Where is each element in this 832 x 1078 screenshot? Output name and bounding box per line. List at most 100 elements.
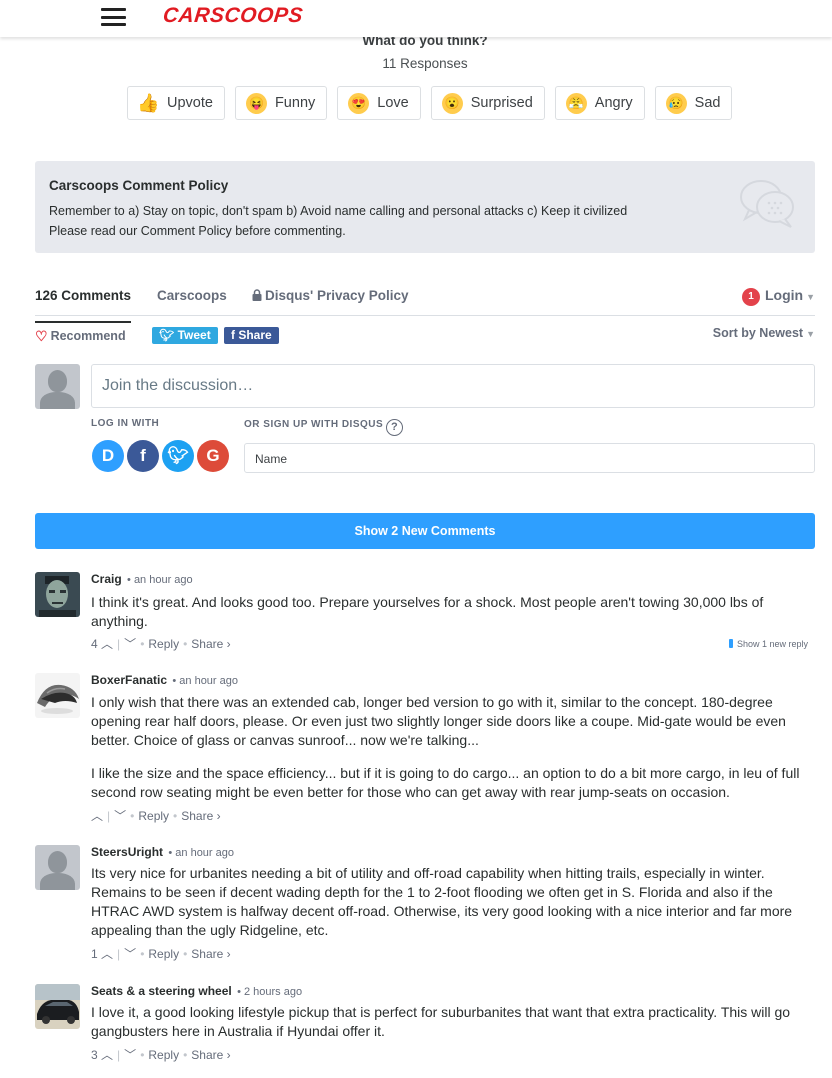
upvote-icon[interactable]: ︿ xyxy=(101,637,113,651)
reply-link[interactable]: Reply xyxy=(148,947,179,961)
comment-time[interactable]: • 2 hours ago xyxy=(237,986,302,998)
disqus-login-icon[interactable]: D xyxy=(92,440,124,472)
sort-dropdown[interactable]: Sort by Newest ▼ xyxy=(713,326,815,340)
reaction-angry-button[interactable]: 😤 Angry xyxy=(554,86,645,120)
reaction-label: Surprised xyxy=(470,95,533,111)
comment-meta: Craig • an hour ago xyxy=(91,572,193,586)
reply-link[interactable]: Reply xyxy=(148,637,179,651)
policy-title: Carscoops Comment Policy xyxy=(49,178,229,193)
reaction-sad-button[interactable]: 😥 Sad xyxy=(654,86,733,120)
comment-body: Its very nice for urbanites needing a bi… xyxy=(91,864,815,954)
reaction-label: Funny xyxy=(274,95,316,111)
comment-text: I only wish that there was an extended c… xyxy=(91,694,786,748)
avatar xyxy=(35,364,80,409)
chevron-down-icon: ▼ xyxy=(806,292,815,302)
downvote-icon[interactable]: ﹀ xyxy=(124,637,136,651)
reactions-bar: 👍 Upvote 😝 Funny 😍 Love 😮 Surprised 😤 An… xyxy=(127,86,733,120)
surprised-face-icon: 😮 xyxy=(441,92,463,114)
name-field[interactable]: Name xyxy=(244,443,815,473)
thumbs-up-icon: 👍 xyxy=(137,92,160,113)
comment-author[interactable]: BoxerFanatic xyxy=(91,673,167,687)
vote-count: 4 xyxy=(91,637,98,651)
reaction-label: Angry xyxy=(594,95,633,111)
heart-icon: ♡ xyxy=(35,328,48,344)
comment-author[interactable]: Seats & a steering wheel xyxy=(91,984,232,998)
downvote-icon[interactable]: ﹀ xyxy=(114,809,126,823)
downvote-icon[interactable]: ﹀ xyxy=(124,1048,136,1062)
recommend-button[interactable]: ♡ Recommend xyxy=(35,328,126,345)
reaction-label: Upvote xyxy=(167,95,213,111)
comment-meta: SteersUright • an hour ago xyxy=(91,845,234,859)
reaction-funny-button[interactable]: 😝 Funny xyxy=(234,86,328,120)
upvote-icon[interactable]: ︿ xyxy=(101,947,113,961)
sort-label: Sort by Newest xyxy=(712,326,804,340)
recommend-label: Recommend xyxy=(50,329,126,343)
comment-footer: 3 ︿ | ﹀ • Reply • Share › xyxy=(91,1048,231,1062)
reaction-label: Sad xyxy=(694,95,721,111)
vote-count: 1 xyxy=(91,947,98,961)
show-new-reply-link[interactable]: Show 1 new reply xyxy=(729,639,808,649)
comment-time[interactable]: • an hour ago xyxy=(172,675,238,687)
reply-link[interactable]: Reply xyxy=(148,1048,179,1062)
comment-policy-link[interactable]: Comment Policy xyxy=(141,224,232,238)
menu-icon[interactable] xyxy=(101,8,126,26)
site-logo[interactable]: CARSCOOPS xyxy=(162,4,304,28)
vote-count: 3 xyxy=(91,1048,98,1062)
show-new-comments-button[interactable]: Show 2 New Comments xyxy=(35,513,815,549)
comment-footer: 4 ︿ | ﹀ • Reply • Share › xyxy=(91,637,231,651)
avatar[interactable] xyxy=(35,673,80,718)
downvote-icon[interactable]: ﹀ xyxy=(124,947,136,961)
comment-footer: 1 ︿ | ﹀ • Reply • Share › xyxy=(91,947,231,961)
facebook-login-icon[interactable]: f xyxy=(127,440,159,472)
chevron-down-icon: ▼ xyxy=(806,329,815,339)
share-link[interactable]: Share › xyxy=(181,809,220,823)
avatar[interactable] xyxy=(35,984,80,1029)
login-with-label: LOG IN WITH xyxy=(91,418,160,429)
sad-face-icon: 😥 xyxy=(665,92,687,114)
policy-notice-text: Please read our xyxy=(49,224,141,238)
reaction-surprised-button[interactable]: 😮 Surprised xyxy=(430,86,545,120)
comment-author[interactable]: SteersUright xyxy=(91,845,163,859)
share-link[interactable]: Share › xyxy=(191,637,230,651)
upvote-icon[interactable]: ︿ xyxy=(101,1048,113,1062)
comment-text: I think it's great. And looks good too. … xyxy=(91,594,764,629)
policy-notice-text: before commenting. xyxy=(231,224,346,238)
comment-author[interactable]: Craig xyxy=(91,572,122,586)
join-discussion-input[interactable]: Join the discussion… xyxy=(91,364,815,408)
angry-face-icon: 😤 xyxy=(565,92,587,114)
facebook-share-button[interactable]: f Share xyxy=(224,327,279,344)
policy-notice: Please read our Comment Policy before co… xyxy=(49,224,346,238)
tweet-button[interactable]: 🐦︎ Tweet xyxy=(152,327,218,344)
help-icon[interactable]: ? xyxy=(386,419,404,436)
comment-text: I like the size and the space efficiency… xyxy=(91,765,800,800)
comment-meta: BoxerFanatic • an hour ago xyxy=(91,673,238,687)
privacy-policy-label: Disqus' Privacy Policy xyxy=(265,288,409,303)
disqus-nav: 126 Comments Carscoops Disqus' Privacy P… xyxy=(35,279,815,323)
funny-face-icon: 😝 xyxy=(245,92,267,114)
avatar[interactable] xyxy=(35,845,80,890)
tab-comments[interactable]: 126 Comments xyxy=(35,288,132,323)
comment-time[interactable]: • an hour ago xyxy=(127,574,193,586)
heart-eyes-icon: 😍 xyxy=(348,92,370,114)
login-button[interactable]: 1 Login ▼ xyxy=(741,287,815,306)
tab-privacy-policy[interactable]: Disqus' Privacy Policy xyxy=(252,288,409,303)
twitter-bird-icon: 🐦︎ xyxy=(159,328,178,342)
site-header: CARSCOOPS xyxy=(0,0,832,37)
tab-carscoops[interactable]: Carscoops xyxy=(157,288,227,303)
avatar[interactable] xyxy=(35,572,80,617)
social-login: D f 🐦︎ G xyxy=(92,440,229,472)
share-label: Share xyxy=(238,328,272,342)
notification-badge: 1 xyxy=(741,288,760,306)
reply-link[interactable]: Reply xyxy=(138,809,169,823)
login-label: Login xyxy=(764,287,804,303)
reaction-upvote-button[interactable]: 👍 Upvote xyxy=(127,86,225,120)
upvote-icon[interactable]: ︿ xyxy=(91,809,103,823)
share-link[interactable]: Share › xyxy=(191,1048,230,1062)
tweet-label: Tweet xyxy=(177,328,211,342)
twitter-login-icon[interactable]: 🐦︎ xyxy=(162,440,194,472)
google-login-icon[interactable]: G xyxy=(197,440,229,472)
comment-meta: Seats & a steering wheel • 2 hours ago xyxy=(91,984,302,998)
reaction-love-button[interactable]: 😍 Love xyxy=(337,86,421,120)
comment-time[interactable]: • an hour ago xyxy=(168,847,234,859)
share-link[interactable]: Share › xyxy=(191,947,230,961)
